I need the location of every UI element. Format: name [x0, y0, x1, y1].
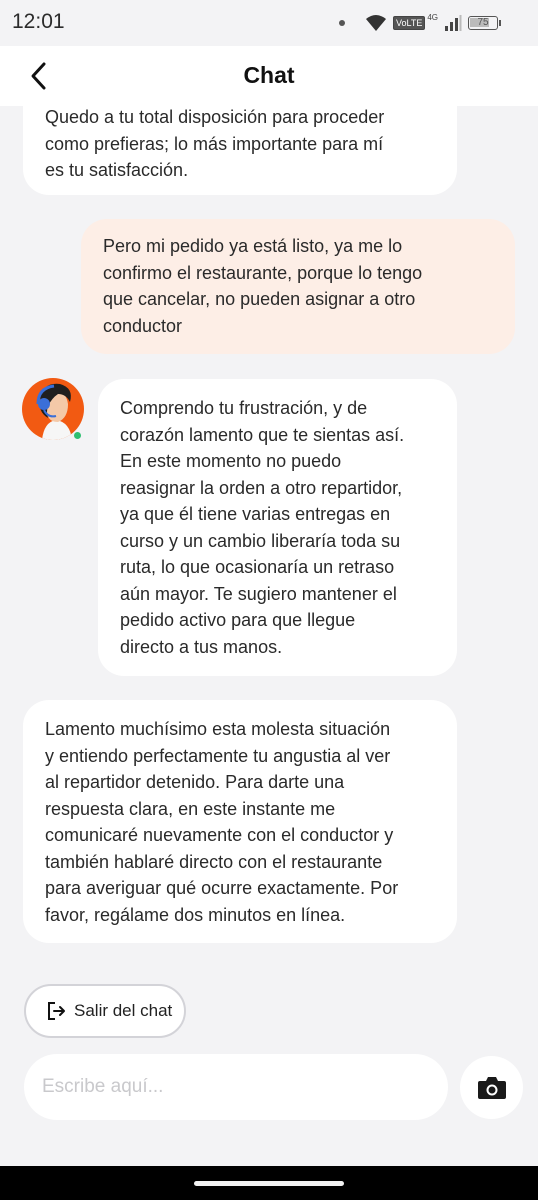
volte-badge: VoLTE: [392, 16, 426, 30]
system-nav-bar: [0, 1166, 538, 1200]
home-indicator[interactable]: [194, 1181, 344, 1186]
status-time: 12:01: [12, 10, 65, 33]
battery-icon: 75: [468, 16, 501, 30]
message-text: Quedo a tu total disposición para proced…: [45, 107, 385, 180]
chat-thread[interactable]: Quedo a tu total disposición para proced…: [0, 106, 538, 976]
battery-level: 75: [477, 17, 489, 28]
message-input[interactable]: [24, 1054, 448, 1120]
support-agent-icon: [36, 383, 72, 440]
agent-message: Comprendo tu frustración, y de corazón l…: [98, 379, 457, 676]
message-text: Lamento muchísimo esta molesta situación…: [45, 719, 399, 925]
user-message: Pero mi pedido ya está listo, ya me lo c…: [81, 219, 515, 354]
agent-avatar: [22, 378, 84, 440]
exit-chat-label: Salir del chat: [74, 1001, 173, 1020]
exit-chat-button[interactable]: Salir del chat: [24, 984, 186, 1038]
agent-message: Quedo a tu total disposición para proced…: [23, 106, 457, 195]
logout-icon: [48, 1002, 65, 1020]
status-icons: VoLTE 4G 75: [338, 12, 501, 34]
page-title: Chat: [243, 62, 295, 88]
camera-button[interactable]: [460, 1056, 523, 1119]
message-text: Pero mi pedido ya está listo, ya me lo c…: [103, 236, 423, 336]
agent-message: Lamento muchísimo esta molesta situación…: [23, 700, 457, 943]
app-header: Chat: [0, 46, 538, 106]
status-bar: 12:01 VoLTE 4G 75: [0, 0, 538, 46]
wifi-icon: [365, 15, 386, 31]
network-type: 4G: [427, 12, 438, 22]
camera-icon: [477, 1076, 506, 1099]
message-text: Comprendo tu frustración, y de corazón l…: [120, 398, 405, 657]
signal-icon: [445, 15, 462, 31]
notification-dot-icon: [338, 20, 345, 26]
online-status-indicator: [74, 432, 81, 439]
